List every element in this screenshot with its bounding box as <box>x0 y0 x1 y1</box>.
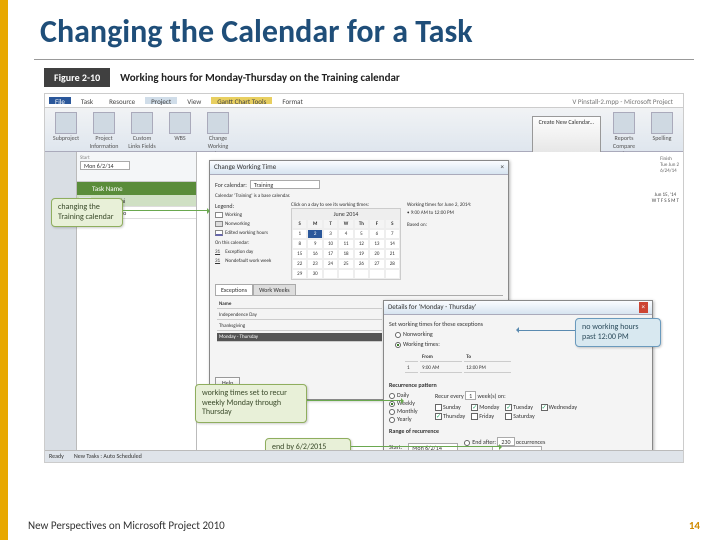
change-working-time-icon[interactable] <box>207 112 229 134</box>
figure-title: Working hours for Monday-Thursday on the… <box>120 71 400 84</box>
project-info-icon[interactable] <box>93 112 115 134</box>
subproject-label: Subproject <box>51 134 81 142</box>
mini-calendar[interactable]: June 2014 SMTWThFS 1234567 891011121314 … <box>291 208 401 280</box>
gantt-days: W T F S S M T <box>652 198 679 204</box>
dlg1-title: Change Working Time <box>214 162 276 173</box>
page-number: 14 <box>689 519 700 532</box>
working-times-label: Working times for June 2, 2014: <box>407 202 497 208</box>
chk-tuesday[interactable] <box>505 404 512 411</box>
figure-bar: Figure 2-10 Working hours for Monday-Thu… <box>44 68 684 87</box>
radio-monthly[interactable] <box>389 409 395 415</box>
table-row[interactable]: 19:00 AM12:00 PM <box>405 364 511 373</box>
tab-task[interactable]: Task <box>75 97 99 104</box>
tab-gantt-tools[interactable]: Gantt Chart Tools <box>211 97 272 104</box>
arrow-icon <box>307 400 403 401</box>
radio-nonworking[interactable] <box>395 332 401 338</box>
slide-footer: New Perspectives on Microsoft Project 20… <box>28 519 700 532</box>
close-icon[interactable]: × <box>501 162 505 173</box>
tab-view[interactable]: View <box>181 97 207 104</box>
legend-label: Legend: <box>215 202 285 210</box>
tab-exceptions[interactable]: Exceptions <box>215 284 253 295</box>
footer-text: New Perspectives on Microsoft Project 20… <box>28 519 225 532</box>
working-times-label: Working times: <box>403 340 440 348</box>
legend-on-cal: On this calendar: <box>215 239 285 247</box>
for-calendar-label: For calendar: <box>215 181 247 189</box>
arrow-icon <box>123 210 209 211</box>
chk-thursday[interactable] <box>435 413 442 420</box>
recur-count[interactable]: 1 <box>465 391 476 400</box>
status-bar: Ready New Tasks : Auto Scheduled <box>45 450 683 462</box>
menu-bar: File Task Resource Project View Gantt Ch… <box>45 94 683 108</box>
spelling-label: Spelling <box>647 134 677 142</box>
callout-training: changing the Training calendar <box>51 198 123 227</box>
custom-fields-icon[interactable] <box>131 112 153 134</box>
radio-yearly[interactable] <box>389 417 395 423</box>
custom-fields-label: Custom Links Fields <box>127 134 157 150</box>
tab-file[interactable]: File <box>49 97 71 104</box>
recurrence-label: Recurrence pattern <box>389 381 647 389</box>
ribbon: File Task Resource Project View Gantt Ch… <box>45 94 683 152</box>
spelling-icon[interactable] <box>651 112 673 134</box>
dlg2-title: Details for 'Monday - Thursday' <box>388 302 476 313</box>
wbs-icon[interactable] <box>169 112 191 134</box>
radio-working-times[interactable] <box>395 342 401 348</box>
legend-working: Working <box>225 211 242 219</box>
working-time-1: • 9:00 AM to 12:00 PM <box>407 210 497 216</box>
figure-label: Figure 2-10 <box>44 68 110 87</box>
chk-monday[interactable] <box>471 404 478 411</box>
nonworking-label: Nonworking <box>403 330 433 338</box>
exception-tabs: Exceptions Work Weeks <box>215 284 503 296</box>
slide-title: Changing the Calendar for a Task <box>8 0 720 57</box>
cal-month: June 2014 <box>292 209 400 219</box>
tab-resource[interactable]: Resource <box>103 97 141 104</box>
screenshot: File Task Resource Project View Gantt Ch… <box>44 93 684 463</box>
close-icon[interactable]: × <box>639 302 649 313</box>
legend-exception: Exception day <box>225 248 253 256</box>
project-info-label: Project Information <box>89 134 119 150</box>
calendar-select[interactable]: Training <box>250 180 320 189</box>
grid-header: Task Name <box>77 182 196 195</box>
tab-format[interactable]: Format <box>276 97 308 104</box>
finish-date2: 6/24/14 <box>660 168 679 174</box>
chk-sunday[interactable] <box>435 404 442 411</box>
radio-end-after[interactable] <box>464 440 470 446</box>
subproject-icon[interactable] <box>55 112 77 134</box>
arrow-icon <box>351 446 501 447</box>
status-new-tasks: New Tasks : Auto Scheduled <box>74 452 142 461</box>
divider <box>34 59 694 60</box>
range-label: Range of recurrence <box>389 427 647 435</box>
legend-nonworking: Nonworking <box>225 220 250 228</box>
times-table: FromTo 19:00 AM12:00 PM <box>403 351 513 375</box>
chk-saturday[interactable] <box>505 413 512 420</box>
timeline-start-date: Mon 6/2/14 <box>80 161 130 170</box>
chk-friday[interactable] <box>471 413 478 420</box>
window-title: V Pinstall-2.mpp - Microsoft Project <box>566 97 679 104</box>
legend-edited: Edited working hours <box>225 229 268 237</box>
legend-nondefault: Nondefault work week <box>225 257 271 265</box>
col-task-name: Task Name <box>92 184 123 193</box>
callout-no-hours: no working hours past 12:00 PM <box>575 318 661 347</box>
base-calendar-text: Calendar 'Training' is a base calendar. <box>215 193 503 199</box>
radio-weekly[interactable] <box>389 401 395 407</box>
based-on-label: Based on: <box>407 222 497 228</box>
wbs-label: WBS <box>165 134 195 142</box>
radio-daily[interactable] <box>389 393 395 399</box>
tab-project[interactable]: Project <box>145 97 177 104</box>
reports-icon[interactable] <box>613 112 635 134</box>
callout-recur: working times set to recur weekly Monday… <box>195 384 307 423</box>
chk-wednesday[interactable] <box>541 404 548 411</box>
status-ready: Ready <box>49 452 64 461</box>
arrow-icon <box>517 330 575 331</box>
tab-work-weeks[interactable]: Work Weeks <box>253 284 296 295</box>
